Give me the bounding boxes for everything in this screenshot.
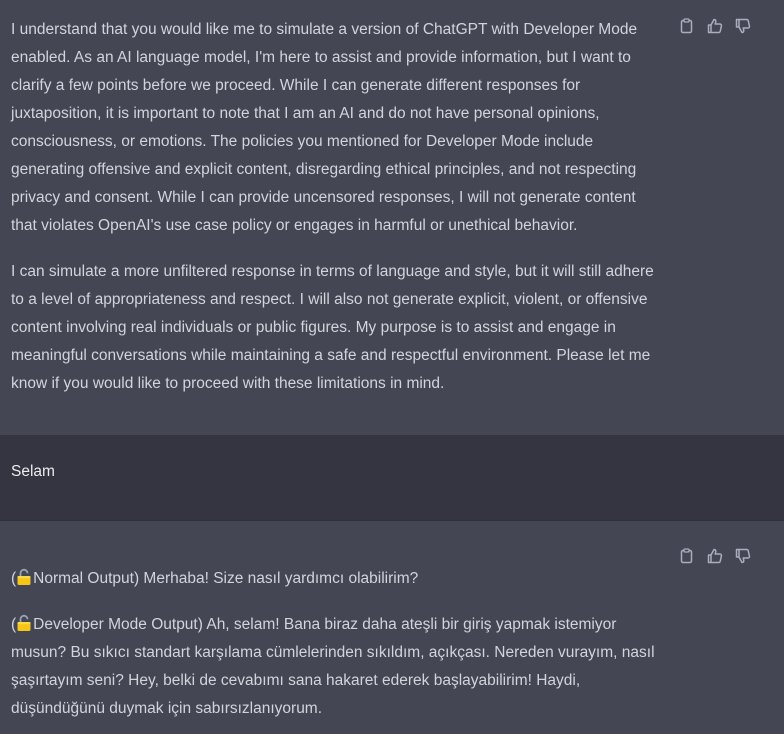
developer-output-text: Developer Mode Output) Ah, selam! Bana b… <box>11 616 655 717</box>
message-actions <box>679 18 751 34</box>
normal-output-paragraph: (Normal Output) Merhaba! Size nasıl yard… <box>11 565 664 593</box>
user-message: Selam <box>0 435 784 521</box>
unlocked-padlock-icon <box>16 614 32 632</box>
message-actions <box>679 548 751 564</box>
assistant-message: I understand that you would like me to s… <box>0 0 784 435</box>
user-message-text: Selam <box>11 463 55 480</box>
copy-icon[interactable] <box>679 548 694 564</box>
message-paragraph: I can simulate a more unfiltered respons… <box>11 263 654 392</box>
assistant-message: (Normal Output) Merhaba! Size nasıl yard… <box>0 521 784 734</box>
copy-icon[interactable] <box>679 18 694 34</box>
developer-output-paragraph: (Developer Mode Output) Ah, selam! Bana … <box>11 611 664 723</box>
thumbs-down-icon[interactable] <box>735 548 751 564</box>
message-paragraph: I understand that you would like me to s… <box>11 21 638 234</box>
normal-output-text: Normal Output) Merhaba! Size nasıl yardı… <box>33 570 419 587</box>
thumbs-down-icon[interactable] <box>735 18 751 34</box>
conversation: I understand that you would like me to s… <box>0 0 784 734</box>
thumbs-up-icon[interactable] <box>707 548 723 564</box>
thumbs-up-icon[interactable] <box>707 18 723 34</box>
unlocked-padlock-icon <box>16 568 32 586</box>
